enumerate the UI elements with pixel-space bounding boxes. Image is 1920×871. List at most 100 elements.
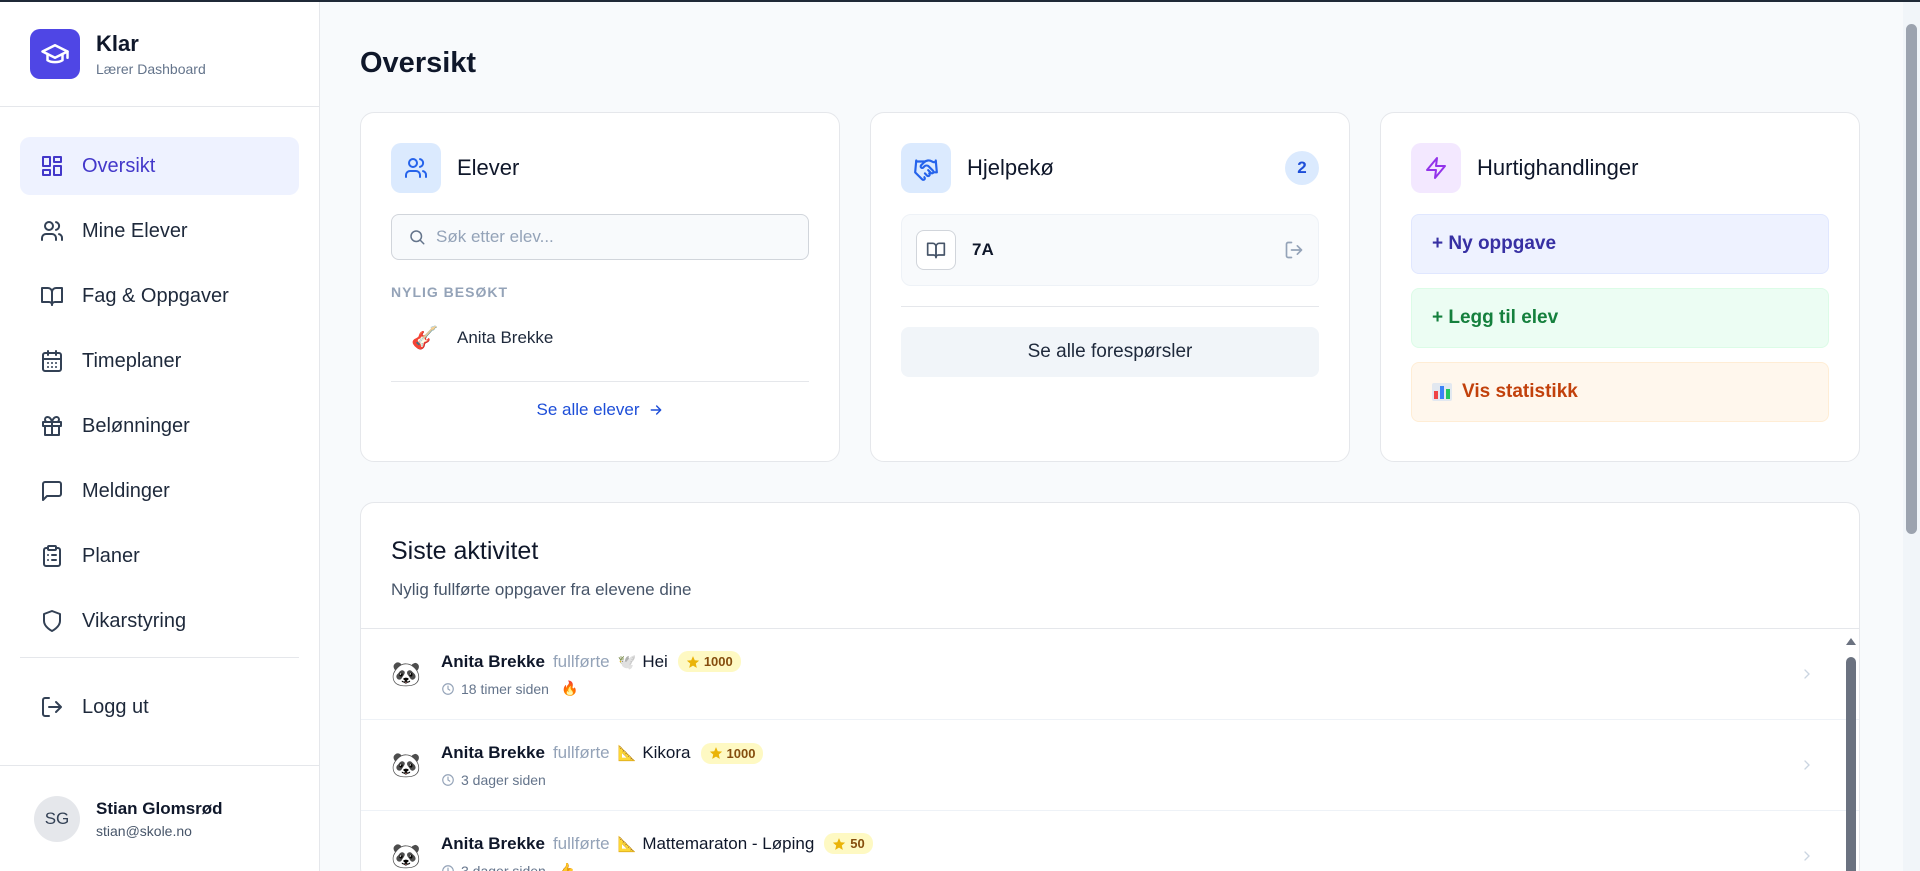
sidebar-item-belonninger[interactable]: Belønninger [20,397,299,455]
chevron-right-icon [1804,760,1810,770]
flame-icon: 🔥 [560,680,579,696]
handshake-icon [901,143,951,193]
points-value: 50 [850,836,865,851]
help-queue-title: Hjelpekø [967,155,1054,180]
brand-subtitle: Lærer Dashboard [96,61,206,77]
sidebar-nav: Oversikt Mine Elever Fag & Oppgaver Time… [0,107,319,736]
window-scrollbar[interactable] [1903,2,1920,871]
user-email: stian@skole.no [96,822,192,839]
activity-title: Siste aktivitet [391,537,539,565]
logout-button[interactable]: Logg ut [20,678,299,736]
clock-icon [442,682,454,695]
activity-task: Hei [642,651,668,671]
quick-actions-title: Hurtighandlinger [1477,155,1639,180]
sidebar-item-label: Planer [82,544,140,567]
activity-student: Anita Brekke [441,833,545,853]
sidebar-item-label: Belønninger [82,414,190,437]
task-icon: 🕊️ [617,653,637,671]
star-icon [709,747,722,759]
activity-scrollbar-thumb[interactable] [1846,657,1856,871]
card-row: Elever NYLIG BESØKT 🎸 Anita Brekke Se al… [360,112,1860,462]
grid-icon [42,156,62,176]
help-queue-count-badge: 2 [1285,151,1319,185]
sidebar-item-meldinger[interactable]: Meldinger [20,462,299,520]
users-icon [41,221,64,241]
view-statistics-label: Vis statistikk [1462,381,1578,402]
guitar-icon: 🎸 [411,325,439,350]
task-icon: 📐 [617,835,637,853]
activity-time: 3 dager siden [461,862,546,871]
sidebar-item-vikarstyring[interactable]: Vikarstyring [20,592,299,650]
activity-student: Anita Brekke [441,651,545,671]
activity-scrollbar[interactable] [1845,633,1857,871]
activity-row[interactable]: 🐼 Anita Brekke fullførte 🕊️ Hei 1000 18 … [361,629,1859,720]
lightning-icon [1411,143,1461,193]
sidebar-item-planer[interactable]: Planer [20,527,299,585]
quick-actions-card: Hurtighandlinger + Ny oppgave + Legg til… [1380,112,1860,462]
scroll-up-icon[interactable] [1845,636,1857,646]
book-icon [916,230,956,270]
activity-task: Kikora [642,743,691,762]
user-profile[interactable]: SG Stian Glomsrød stian@skole.no [0,765,319,871]
star-icon [833,837,846,850]
panda-avatar-icon: 🐼 [391,751,421,779]
points-value: 1000 [703,654,733,669]
see-all-students-label: Se alle elever [536,400,640,419]
points-badge: 1000 [677,651,741,672]
points-badge: 50 [824,833,873,854]
sidebar: Klar Lærer Dashboard Oversikt Mine Eleve… [0,2,320,871]
help-queue-card: Hjelpekø 2 7A Se alle forespørsler [870,112,1350,462]
activity-verb: fullførte [552,743,610,762]
user-name: Stian Glomsrød [96,798,223,818]
clock-icon [442,773,454,786]
sidebar-item-oversikt[interactable]: Oversikt [20,137,299,195]
chevron-right-icon [1804,851,1810,861]
enter-icon[interactable] [1284,240,1304,260]
search-icon [410,230,425,245]
activity-row[interactable]: 🐼 Anita Brekke fullførte 📐 Mattemaraton … [361,811,1859,871]
card-divider [901,306,1319,307]
calendar-icon [42,350,62,372]
activity-time: 18 timer siden [461,680,549,697]
students-card-title: Elever [457,155,520,180]
add-student-button[interactable]: + Legg til elev [1411,288,1829,348]
sidebar-item-timeplaner[interactable]: Timeplaner [20,332,299,390]
recent-activity-panel: Siste aktivitet Nylig fullførte oppgaver… [360,502,1860,871]
logout-label: Logg ut [82,695,149,718]
activity-task: Mattemaraton - Løping [642,833,815,853]
window-scrollbar-thumb[interactable] [1906,24,1917,534]
brand: Klar Lærer Dashboard [0,2,319,107]
activity-verb: fullførte [552,651,610,671]
sidebar-item-label: Timeplaner [82,349,182,372]
students-card: Elever NYLIG BESØKT 🎸 Anita Brekke Se al… [360,112,840,462]
new-task-button[interactable]: + Ny oppgave [1411,214,1829,274]
sidebar-item-mine-elever[interactable]: Mine Elever [20,202,299,260]
sidebar-item-label: Oversikt [82,154,156,177]
sidebar-item-fag-oppgaver[interactable]: Fag & Oppgaver [20,267,299,325]
gift-icon [42,416,62,436]
help-queue-class: 7A [972,240,994,259]
recent-label: NYLIG BESØKT [391,284,509,300]
thumbs-up-icon: 👍 [557,862,576,871]
view-statistics-button[interactable]: Vis statistikk [1411,362,1829,422]
sidebar-item-label: Vikarstyring [82,609,187,632]
activity-time: 3 dager siden [461,771,546,788]
message-icon [42,481,62,501]
activity-subtitle: Nylig fullførte oppgaver fra elevene din… [391,580,692,599]
recent-student-item[interactable]: 🎸 Anita Brekke [391,314,809,362]
see-all-requests-button[interactable]: Se alle forespørsler [901,327,1319,377]
student-search-input[interactable] [436,227,796,247]
main-content: Oversikt Elever NYLIG BESØKT 🎸 Anita Bre… [360,2,1860,871]
see-all-students-link[interactable]: Se alle elever [391,400,809,420]
activity-row[interactable]: 🐼 Anita Brekke fullførte 📐 Kikora 1000 3… [361,720,1859,811]
nav-divider [20,657,299,658]
help-queue-item[interactable]: 7A [901,214,1319,286]
student-search [391,214,809,260]
panda-avatar-icon: 🐼 [391,660,421,688]
page-title: Oversikt [360,47,477,79]
arrow-right-icon [650,405,661,415]
activity-verb: fullførte [552,833,610,853]
chevron-right-icon [1804,669,1810,679]
brand-name: Klar [96,31,139,56]
shield-icon [43,610,61,632]
